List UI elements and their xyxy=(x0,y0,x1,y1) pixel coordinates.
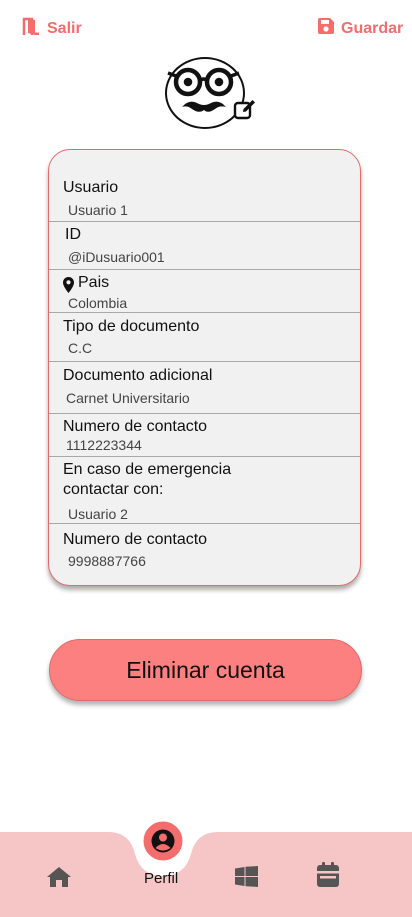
delete-account-button[interactable]: Eliminar cuenta xyxy=(49,639,362,701)
id-value[interactable]: @iDusuario001 xyxy=(68,249,165,265)
save-label: Guardar xyxy=(341,19,404,37)
emergencia-label-line2: contactar con: xyxy=(63,481,164,498)
emergencia-value[interactable]: Usuario 2 xyxy=(68,506,128,522)
glasses-mustache-face-icon xyxy=(167,67,240,112)
numero-contacto-2-label: Numero de contacto xyxy=(63,531,208,548)
exit-button[interactable]: Salir xyxy=(22,17,82,41)
save-button[interactable]: Guardar xyxy=(317,17,403,40)
profile-active-icon xyxy=(140,818,186,864)
pais-label: Pais xyxy=(78,274,110,291)
nav-calendar[interactable] xyxy=(317,862,339,892)
usuario-value[interactable]: Usuario 1 xyxy=(68,202,128,218)
profile-card: Usuario Usuario 1 ID @iDusuario001 Pais … xyxy=(48,149,361,586)
door-exit-icon xyxy=(22,17,41,41)
pais-value[interactable]: Colombia xyxy=(68,295,127,311)
home-icon xyxy=(47,867,71,887)
nav-profile[interactable] xyxy=(140,818,186,869)
numero-contacto-label: Numero de contacto xyxy=(63,418,208,435)
exit-label: Salir xyxy=(47,20,82,37)
divider xyxy=(49,413,360,414)
documento-adicional-label: Documento adicional xyxy=(63,367,213,384)
floppy-disk-icon xyxy=(317,17,335,40)
nav-profile-label: Perfil xyxy=(144,870,179,887)
tipo-documento-label: Tipo de documento xyxy=(63,318,200,335)
numero-contacto-value[interactable]: 1112223344 xyxy=(66,437,142,453)
emergencia-label-line1: En caso de emergencia xyxy=(63,461,232,478)
tipo-documento-value[interactable]: C.C xyxy=(68,340,92,356)
divider xyxy=(49,456,360,457)
edit-avatar-icon[interactable] xyxy=(233,98,257,127)
divider xyxy=(49,523,360,524)
windows-icon xyxy=(235,866,258,887)
divider xyxy=(49,312,360,313)
divider xyxy=(49,361,360,362)
usuario-label: Usuario xyxy=(63,179,119,196)
delete-account-label: Eliminar cuenta xyxy=(126,656,285,683)
nav-home[interactable] xyxy=(46,866,72,893)
numero-contacto-2-value[interactable]: 9998887766 xyxy=(68,553,146,569)
divider xyxy=(49,221,360,222)
calendar-icon xyxy=(317,862,339,887)
id-label: ID xyxy=(65,226,81,243)
documento-adicional-value[interactable]: Carnet Universitario xyxy=(66,390,190,406)
nav-windows[interactable] xyxy=(235,866,258,892)
divider xyxy=(49,269,360,270)
